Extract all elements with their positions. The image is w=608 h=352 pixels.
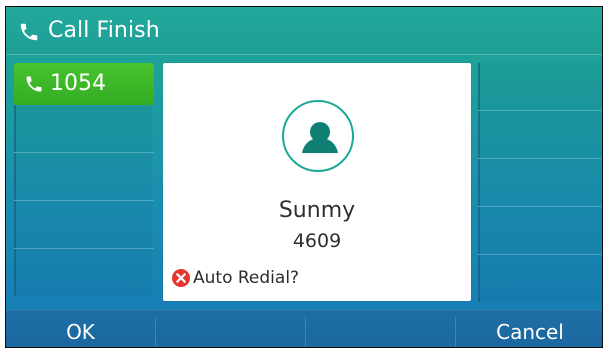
softkey-2[interactable] bbox=[156, 311, 305, 347]
phone-screen: Call Finish 1054 Sunmy 4609 Auto Redial?… bbox=[5, 6, 603, 348]
contact-name: Sunmy bbox=[278, 198, 356, 223]
line-key-slot-right-2[interactable] bbox=[478, 111, 602, 158]
cancel-button[interactable]: Cancel bbox=[456, 311, 602, 347]
page-title: Call Finish bbox=[48, 18, 160, 43]
line-keys-left: 1054 bbox=[14, 63, 154, 301]
line-key-slot-right-5[interactable] bbox=[478, 255, 602, 302]
line-key-slot-4[interactable] bbox=[14, 201, 154, 248]
user-avatar-icon bbox=[282, 100, 354, 172]
softkey-bar: OK Cancel bbox=[6, 310, 602, 347]
cancel-label: Cancel bbox=[496, 320, 564, 344]
line-key-label: 1054 bbox=[50, 71, 106, 96]
line-key-1054[interactable]: 1054 bbox=[14, 63, 154, 105]
phone-handset-icon bbox=[18, 21, 40, 43]
ok-button[interactable]: OK bbox=[6, 311, 155, 347]
ok-label: OK bbox=[66, 320, 95, 344]
line-key-slot-right-1[interactable] bbox=[478, 63, 602, 110]
title-bar: Call Finish bbox=[6, 7, 602, 55]
line-key-slot-5[interactable] bbox=[14, 249, 154, 296]
red-x-icon bbox=[171, 268, 191, 288]
auto-redial-label: Auto Redial? bbox=[193, 268, 300, 288]
line-key-slot-right-4[interactable] bbox=[478, 207, 602, 254]
phone-handset-icon bbox=[24, 74, 44, 94]
line-key-slot-right-3[interactable] bbox=[478, 159, 602, 206]
line-key-slot-2[interactable] bbox=[14, 105, 154, 152]
contact-number: 4609 bbox=[292, 230, 342, 252]
softkey-3[interactable] bbox=[306, 311, 455, 347]
call-finish-card: Sunmy 4609 Auto Redial? bbox=[163, 63, 471, 301]
line-keys-right bbox=[478, 63, 602, 302]
line-key-slot-3[interactable] bbox=[14, 153, 154, 200]
